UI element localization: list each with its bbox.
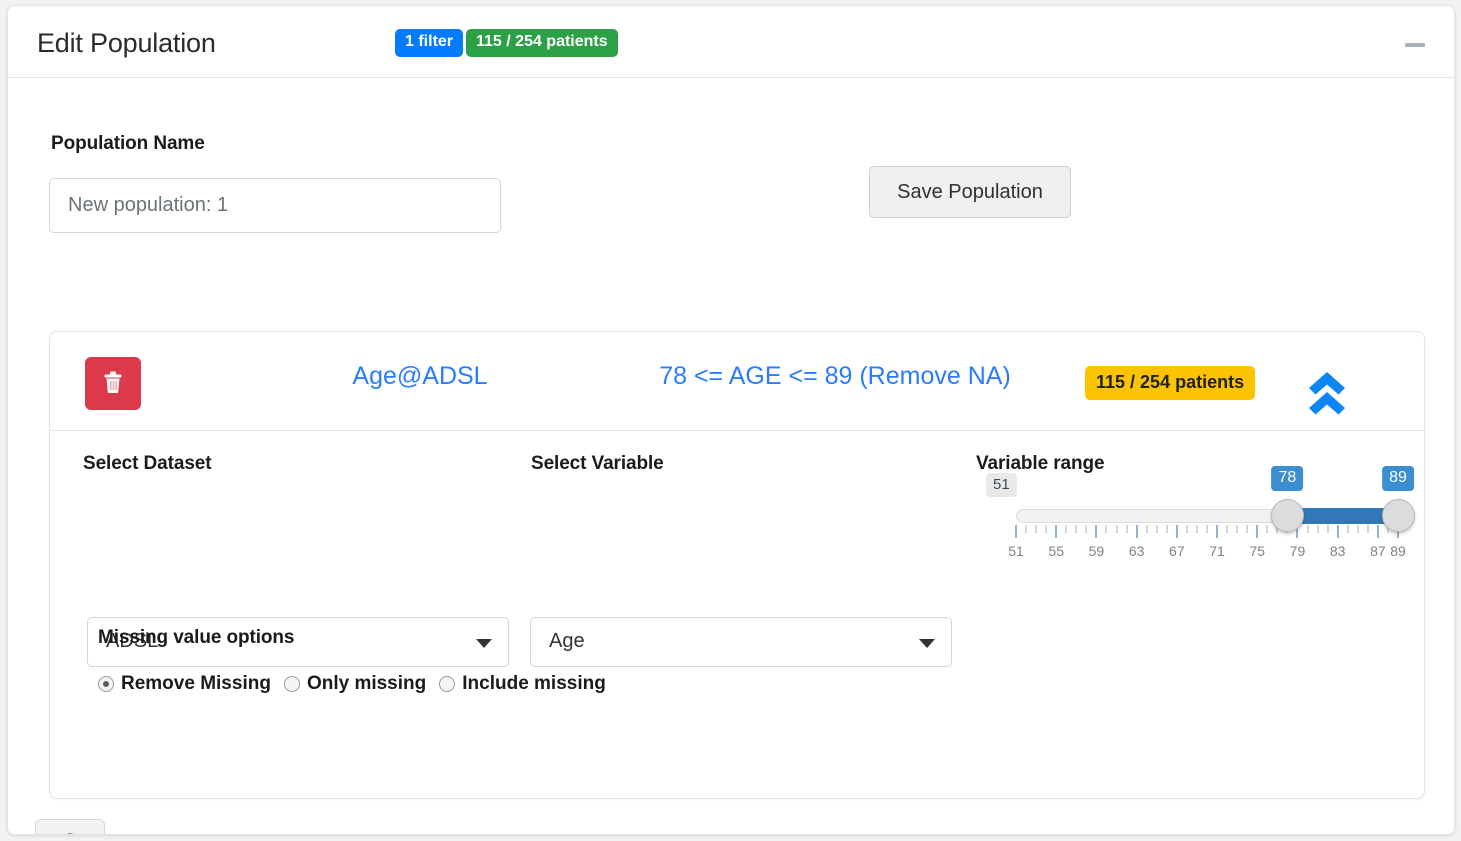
chevron-down-icon [919,639,935,648]
missing-value-radio-group: Remove Missing Only missing Include missin… [98,673,606,695]
filter-variable-link[interactable]: Age@ADSL [310,362,530,391]
slider-tick [1025,525,1028,533]
slider-tick-label: 63 [1128,543,1145,559]
slider-tick [1226,525,1229,533]
slider-tick [1115,525,1118,533]
slider-handle-low[interactable] [1271,499,1305,532]
patient-count-badge: 115 / 254 patients [466,29,618,57]
slider-tick [1165,525,1168,533]
missing-option-1[interactable]: Only missing [283,673,427,695]
slider-tick [1306,525,1309,533]
slider-tick-label: 51 [1008,543,1024,559]
slider-tick [1055,525,1058,538]
slider-tick [1045,525,1048,533]
slider-min-label: 51 [986,473,1017,497]
slider-tick [1145,525,1148,533]
slider-tick [1065,525,1068,533]
missing-value-options-label: Missing value options [98,627,295,648]
add-filter-button[interactable] [35,819,105,834]
double-chevron-up-icon[interactable] [1299,364,1355,418]
slider-tick [1195,525,1198,533]
slider-tick [1326,525,1329,533]
slider-tick [1175,525,1178,538]
filter-card-content: Select Dataset Select Variable Variable … [50,431,1424,799]
slider-handle-high[interactable] [1382,499,1415,532]
chevron-down-icon [476,639,492,648]
header-badges: 1 filter 115 / 254 patients [395,29,618,57]
select-variable-dropdown[interactable]: Age [530,617,952,667]
slider-tick [1085,525,1088,533]
slider-high-value-tooltip: 89 [1382,466,1414,491]
filter-card-header: Age@ADSL 78 <= AGE <= 89 (Remove NA) 115… [50,332,1424,431]
slider-tick-label: 67 [1169,543,1185,559]
slider-tick [1216,525,1219,538]
slider-tick [1185,525,1188,533]
slider-tick [1075,525,1078,533]
radio-label: Remove Missing [121,673,271,694]
slider-tick [1246,525,1249,533]
slider-tick [1366,525,1369,533]
slider-tick [1266,525,1269,533]
slider-tick-label: 75 [1249,543,1266,559]
select-dataset-label: Select Dataset [83,453,212,474]
variable-range-label: Variable range [976,453,1105,474]
slider-tick [1316,525,1319,533]
delete-filter-button[interactable] [85,357,141,410]
slider-tick [1125,525,1128,533]
radio-label: Include missing [462,673,606,694]
radio-button[interactable] [98,676,114,692]
filter-condition-link[interactable]: 78 <= AGE <= 89 (Remove NA) [635,362,1035,391]
variable-range-slider[interactable]: 51 51 55 59 63 67 71 75 79 83 87 89 78 89 [976,466,1416,603]
slider-tick [1035,525,1038,533]
slider-tick [1376,525,1379,538]
slider-tick [1346,525,1349,533]
slider-tick [1206,525,1208,533]
select-variable-value: Age [549,630,585,652]
missing-option-2[interactable]: Include missing [439,673,606,695]
radio-label: Only missing [306,673,427,694]
slider-tick-label: 59 [1088,543,1105,559]
save-population-button[interactable]: Save Population [869,166,1071,218]
population-name-input[interactable] [49,178,501,233]
plus-circle-icon [57,832,83,834]
slider-tick-label: 89 [1390,543,1406,559]
population-name-label: Population Name [51,133,205,154]
minimize-icon[interactable] [1402,34,1428,54]
slider-tick-label: 79 [1289,543,1306,559]
slider-low-value-tooltip: 78 [1271,466,1304,491]
slider-tick [1236,525,1239,533]
slider-tick-label: 71 [1209,543,1225,559]
radio-button[interactable] [439,676,456,692]
slider-tick [1356,525,1359,533]
slider-tick-label: 55 [1048,543,1064,559]
slider-tick-label: 83 [1329,543,1346,559]
slider-tick [1135,525,1138,538]
page-title: Edit Population [37,28,216,58]
slider-tick [1015,525,1017,538]
slider-tick [1155,525,1158,533]
missing-option-0[interactable]: Remove Missing [98,673,271,695]
slider-tick-label: 87 [1370,543,1386,559]
edit-population-window: Edit Population 1 filter 115 / 254 patie… [7,5,1455,835]
window-titlebar: Edit Population 1 filter 115 / 254 patie… [8,6,1454,78]
filter-count-badge: 1 filter [395,29,464,57]
radio-button[interactable] [283,676,300,692]
filter-card: Age@ADSL 78 <= AGE <= 89 (Remove NA) 115… [49,331,1425,799]
filter-patient-count-badge: 115 / 254 patients [1085,366,1256,400]
slider-tick [1336,525,1339,538]
slider-tick [1095,525,1098,538]
slider-tick [1256,525,1259,538]
trash-icon [101,369,125,398]
slider-tick [1105,525,1108,533]
select-variable-label: Select Variable [531,453,664,474]
